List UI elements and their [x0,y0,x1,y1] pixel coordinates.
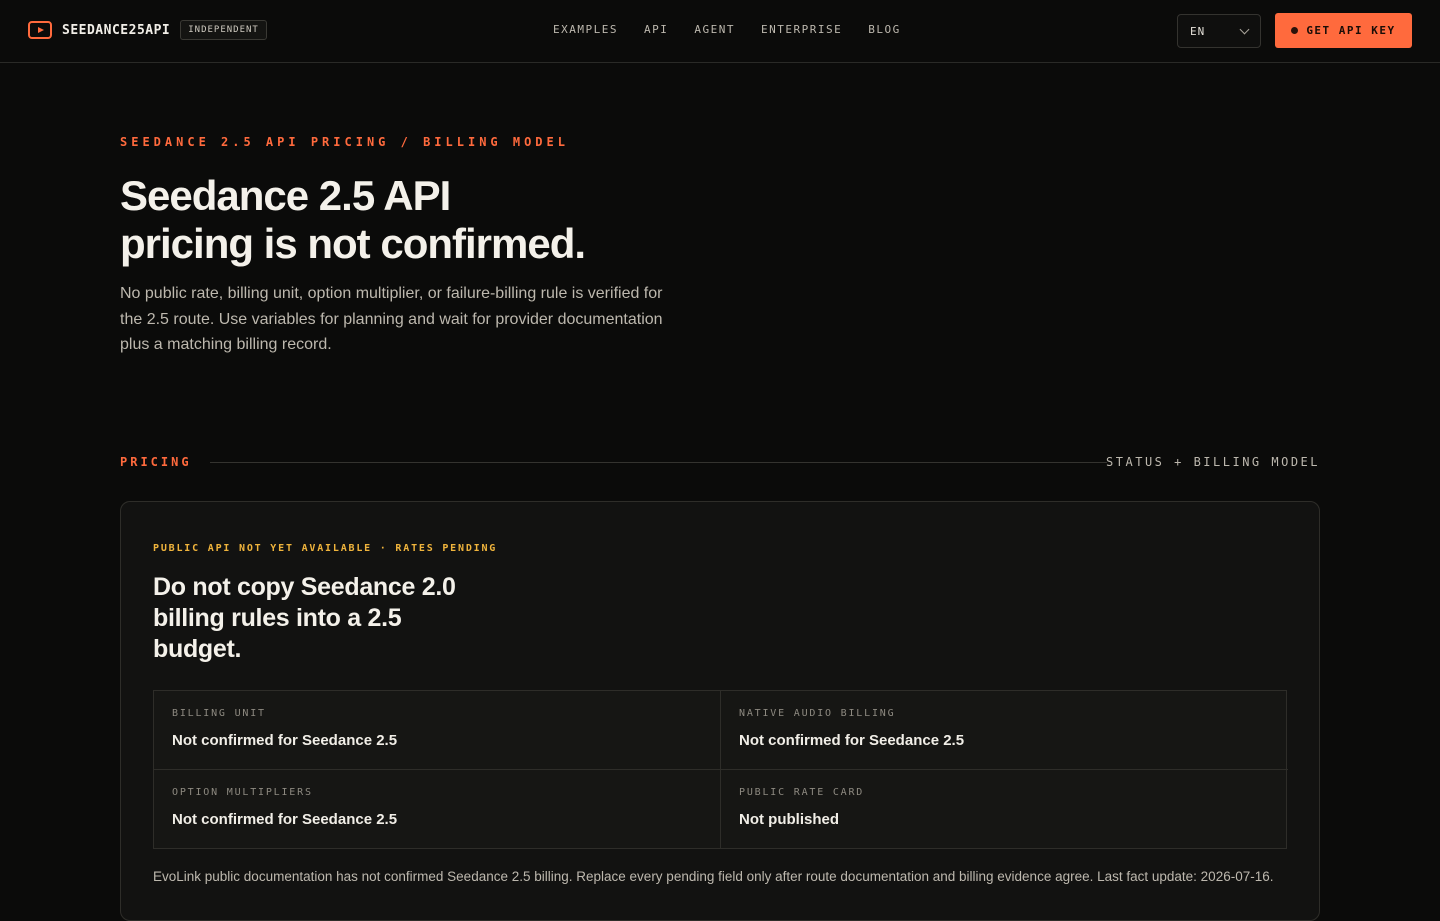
fact-label: BILLING UNIT [172,708,266,719]
cta-label: GET API KEY [1306,24,1396,37]
nav-enterprise[interactable]: ENTERPRISE [761,23,842,36]
dot-icon [1291,27,1299,34]
hero-subtitle: No public rate, billing unit, option mul… [120,285,663,353]
brand[interactable]: SEEDANCE25API INDEPENDENT [28,18,267,42]
chevron-down-icon [1239,24,1250,35]
card-note: EvoLink public documentation has not con… [153,869,1274,884]
fact-value: Not confirmed for Seedance 2.5 [172,811,398,828]
nav-examples[interactable]: EXAMPLES [553,23,618,36]
nav-agent[interactable]: AGENT [694,23,735,36]
fact-value: Not confirmed for Seedance 2.5 [739,732,965,749]
fact-billing-unit: BILLING UNIT Not confirmed for Seedance … [154,691,721,770]
nav-api[interactable]: API [644,23,668,36]
page-title-line-1: Seedance 2.5 API [120,172,451,219]
page-title-line-2: pricing is not confirmed. [120,220,586,267]
fact-label: PUBLIC RATE CARD [739,787,865,798]
fact-value: Not published [739,811,839,828]
main-nav: EXAMPLES API AGENT ENTERPRISE BLOG [553,23,927,36]
billing-facts-grid: BILLING UNIT Not confirmed for Seedance … [153,690,1288,849]
fact-label: NATIVE AUDIO BILLING [739,708,896,719]
section-right-label: STATUS + BILLING MODEL [1106,455,1320,469]
nav-blog[interactable]: BLOG [868,23,901,36]
language-select[interactable]: EN [1177,14,1261,48]
fact-option-multipliers: OPTION MULTIPLIERS Not confirmed for See… [154,770,721,849]
card-title: Do not copy Seedance 2.0 billing rules i… [153,573,456,663]
get-api-key-button[interactable]: GET API KEY [1275,13,1412,48]
section-divider [210,462,1107,463]
status-badge: PUBLIC API NOT YET AVAILABLE · RATES PEN… [153,543,498,554]
section-label: PRICING [120,455,192,469]
fact-label: OPTION MULTIPLIERS [172,787,313,798]
pricing-card: PUBLIC API NOT YET AVAILABLE · RATES PEN… [120,501,1320,921]
fact-value: Not confirmed for Seedance 2.5 [172,732,398,749]
fact-native-audio-billing: NATIVE AUDIO BILLING Not confirmed for S… [721,691,1288,770]
hero-eyebrow: SEEDANCE 2.5 API PRICING / BILLING MODEL [120,135,569,149]
brand-badge: INDEPENDENT [180,20,267,40]
language-value: EN [1190,24,1206,38]
fact-public-rate-card: PUBLIC RATE CARD Not published [721,770,1288,849]
site-header: SEEDANCE25API INDEPENDENT EXAMPLES API A… [0,0,1440,63]
brand-name: SEEDANCE25API [62,22,171,38]
play-icon [28,21,52,39]
page-title: Seedance 2.5 API pricing is not confirme… [120,172,760,268]
